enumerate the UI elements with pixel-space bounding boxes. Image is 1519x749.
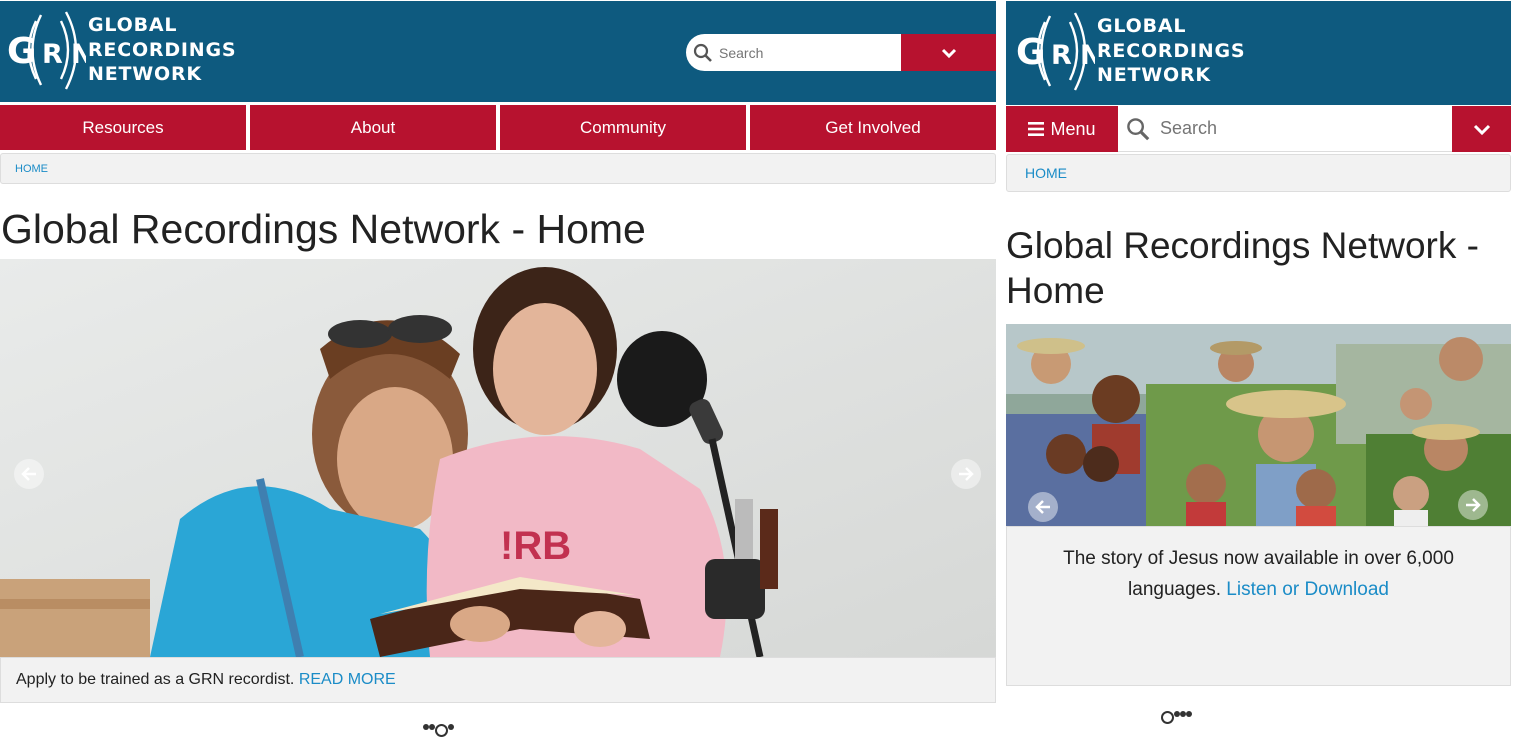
mobile-carousel-indicators bbox=[1161, 711, 1192, 724]
logo-line-3: NETWORK bbox=[1097, 64, 1211, 87]
mobile-toolbar: Menu bbox=[1006, 106, 1511, 152]
logo-wordmark: GLOBAL RECORDINGS NETWORK bbox=[88, 13, 236, 87]
grn-logo-mark-icon: G R N bbox=[1016, 12, 1095, 91]
mobile-hero-slide-image bbox=[1006, 324, 1511, 526]
mobile-hero-carousel: The story of Jesus now available in over… bbox=[1006, 324, 1511, 686]
carousel-prev-button[interactable] bbox=[14, 459, 44, 489]
mobile-carousel-indicator-4[interactable] bbox=[1186, 711, 1192, 717]
svg-text:N: N bbox=[71, 39, 86, 70]
header-search bbox=[686, 34, 996, 71]
listen-or-download-link[interactable]: Listen or Download bbox=[1226, 579, 1389, 600]
mobile-breadcrumb: HOME bbox=[1006, 154, 1511, 192]
logo-line-2: RECORDINGS bbox=[1097, 39, 1246, 62]
page-title: Global Recordings Network - Home bbox=[1, 206, 646, 252]
arrow-left-icon bbox=[1035, 500, 1050, 514]
mobile-view: G R N GLOBAL RECORDINGS NETWORK Menu Sea… bbox=[1006, 0, 1511, 749]
mobile-search-input[interactable] bbox=[1158, 117, 1412, 140]
desktop-view: G R N GLOBAL RECORDINGS NETWORK Search R… bbox=[0, 0, 996, 749]
arrow-right-icon bbox=[959, 467, 974, 481]
mobile-site-header: G R N GLOBAL RECORDINGS NETWORK bbox=[1006, 1, 1511, 105]
search-dropdown-button[interactable] bbox=[901, 34, 996, 71]
menu-button[interactable]: Menu bbox=[1006, 106, 1118, 152]
nav-get-involved[interactable]: Get Involved bbox=[750, 105, 996, 150]
arrow-right-icon bbox=[1466, 498, 1481, 512]
svg-text:R: R bbox=[1051, 40, 1072, 71]
mobile-search-dropdown-button[interactable] bbox=[1452, 106, 1511, 152]
read-more-link[interactable]: READ MORE bbox=[299, 671, 396, 689]
main-nav: Resources About Community Get Involved bbox=[0, 105, 996, 150]
hero-carousel: !RB Apply to be trained as a GRN recordi… bbox=[0, 259, 996, 703]
carousel-indicator-3[interactable] bbox=[435, 724, 448, 737]
logo-line-2: RECORDINGS bbox=[88, 38, 237, 61]
mobile-page-title: Global Recordings Network - Home bbox=[1006, 225, 1479, 311]
mobile-carousel-next-button[interactable] bbox=[1458, 490, 1488, 520]
hamburger-icon bbox=[1028, 122, 1045, 136]
nav-community[interactable]: Community bbox=[500, 105, 746, 150]
search-icon bbox=[1127, 117, 1150, 140]
mobile-site-logo[interactable]: G R N GLOBAL RECORDINGS NETWORK bbox=[1015, 8, 1245, 94]
site-header: G R N GLOBAL RECORDINGS NETWORK bbox=[0, 1, 996, 102]
mobile-breadcrumb-home-link[interactable]: HOME bbox=[1025, 165, 1067, 181]
logo-line-1: GLOBAL bbox=[1097, 15, 1187, 38]
grn-logo-mark-icon: G R N bbox=[7, 11, 86, 90]
nav-about[interactable]: About bbox=[250, 105, 496, 150]
arrow-left-icon bbox=[21, 467, 36, 481]
mobile-search-field[interactable] bbox=[1118, 106, 1452, 152]
svg-text:N: N bbox=[1080, 40, 1095, 71]
menu-button-label: Menu bbox=[1050, 118, 1096, 139]
search-icon bbox=[693, 43, 712, 62]
slide-caption: Apply to be trained as a GRN recordist. … bbox=[0, 657, 996, 703]
hero-slide-image: !RB bbox=[0, 259, 996, 657]
svg-text:R: R bbox=[42, 39, 63, 70]
nav-resources[interactable]: Resources bbox=[0, 105, 246, 150]
carousel-indicator-4[interactable] bbox=[448, 724, 454, 730]
people-collage-photo bbox=[1006, 324, 1511, 526]
svg-text:!RB: !RB bbox=[500, 524, 571, 568]
breadcrumb-home-link[interactable]: HOME bbox=[15, 163, 48, 175]
recordist-photo: !RB bbox=[0, 259, 996, 657]
chevron-down-icon bbox=[941, 48, 956, 58]
search-input[interactable] bbox=[717, 43, 891, 62]
carousel-next-button[interactable] bbox=[951, 459, 981, 489]
chevron-down-icon bbox=[1473, 124, 1490, 135]
search-field[interactable] bbox=[686, 34, 901, 71]
site-logo[interactable]: G R N GLOBAL RECORDINGS NETWORK bbox=[6, 7, 236, 93]
logo-line-1: GLOBAL bbox=[88, 14, 178, 37]
breadcrumb: HOME bbox=[0, 153, 996, 184]
desktop-carousel-indicators bbox=[423, 724, 454, 737]
slide-caption-text: Apply to be trained as a GRN recordist. bbox=[16, 671, 295, 688]
logo-wordmark: GLOBAL RECORDINGS NETWORK bbox=[1097, 14, 1245, 88]
mobile-carousel-indicator-1[interactable] bbox=[1161, 711, 1174, 724]
mobile-carousel-prev-button[interactable] bbox=[1028, 492, 1058, 522]
logo-line-3: NETWORK bbox=[88, 63, 202, 86]
mobile-slide-caption: The story of Jesus now available in over… bbox=[1006, 526, 1511, 686]
